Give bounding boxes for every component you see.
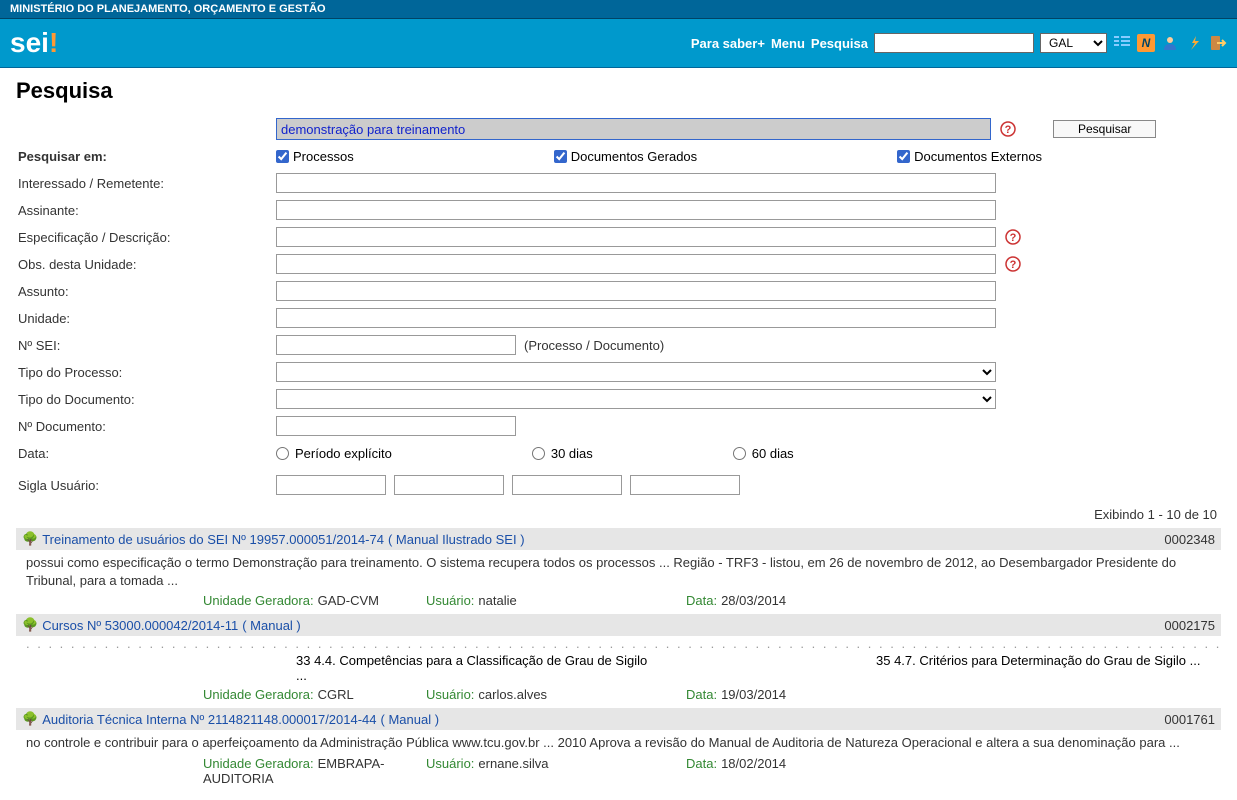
label-especificacao: Especificação / Descrição: [16,230,276,245]
result-block: 🌳 Treinamento de usuários do SEI Nº 1995… [16,528,1221,612]
label-sigla: Sigla Usuário: [16,478,276,493]
label-data: Data: [16,446,276,461]
label-nsei: Nº SEI: [16,338,276,353]
label-obs: Obs. desta Unidade: [16,257,276,272]
results-summary: Exibindo 1 - 10 de 10 [16,501,1221,526]
result-snippet: possui como especificação o termo Demons… [16,550,1221,591]
unidade-input[interactable] [276,308,996,328]
result-title-link[interactable]: Auditoria Técnica Interna Nº 2114821148.… [42,712,376,727]
pesquisar-button[interactable]: Pesquisar [1053,120,1156,138]
label-tipo-documento: Tipo do Documento: [16,392,276,407]
interessado-input[interactable] [276,173,996,193]
svg-text:?: ? [1005,124,1012,136]
help-icon[interactable]: ? [999,120,1017,138]
result-number: 0002175 [1164,618,1215,633]
result-doc-link[interactable]: ( Manual Ilustrado SEI ) [388,532,525,547]
header-pesquisa-label[interactable]: Pesquisa [811,36,868,51]
nsei-input[interactable] [276,335,516,355]
assinante-input[interactable] [276,200,996,220]
novidades-icon[interactable]: N [1137,34,1155,52]
tree-icon[interactable]: 🌳 [22,531,38,547]
svg-text:?: ? [1010,232,1017,244]
result-snippet: 33 4.4. Competências para a Classificaçã… [26,653,656,683]
radio-30-dias[interactable]: 30 dias [532,446,593,461]
config-icon[interactable] [1185,34,1203,52]
assunto-input[interactable] [276,281,996,301]
ministry-bar: MINISTÉRIO DO PLANEJAMENTO, ORÇAMENTO E … [0,0,1237,19]
help-icon[interactable]: ? [1004,255,1022,273]
sei-logo: sei! [10,27,58,59]
result-number: 0001761 [1164,712,1215,727]
tree-icon[interactable]: 🌳 [22,617,38,633]
radio-60-dias[interactable]: 60 dias [733,446,794,461]
label-pesquisar-em: Pesquisar em: [16,149,276,164]
result-block: 🌳 Cursos Nº 53000.000042/2014-11 ( Manua… [16,614,1221,706]
result-number: 0002348 [1164,532,1215,547]
label-interessado: Interessado / Remetente: [16,176,276,191]
sigla-input-1[interactable] [276,475,386,495]
label-assinante: Assinante: [16,203,276,218]
result-title-link[interactable]: Cursos Nº 53000.000042/2014-11 [42,618,238,633]
help-icon[interactable]: ? [1004,228,1022,246]
label-ndoc: Nº Documento: [16,419,276,434]
sigla-input-4[interactable] [630,475,740,495]
label-unidade: Unidade: [16,311,276,326]
ndoc-input[interactable] [276,416,516,436]
main-search-input[interactable] [276,118,991,140]
menu-link[interactable]: Menu [771,36,805,51]
para-saber-link[interactable]: Para saber+ [691,36,765,51]
tipo-processo-select[interactable] [276,362,996,382]
chk-docs-gerados[interactable]: Documentos Gerados [554,149,697,164]
user-icon[interactable] [1161,34,1179,52]
header: sei! Para saber+ Menu Pesquisa GAL N [0,19,1237,68]
result-doc-link[interactable]: ( Manual ) [381,712,440,727]
sigla-input-3[interactable] [512,475,622,495]
chk-docs-externos[interactable]: Documentos Externos [897,149,1042,164]
control-processes-icon[interactable] [1113,34,1131,52]
chk-processos[interactable]: Processos [276,149,354,164]
result-doc-link[interactable]: ( Manual ) [242,618,301,633]
label-tipo-processo: Tipo do Processo: [16,365,276,380]
tree-icon[interactable]: 🌳 [22,711,38,727]
result-snippet: 35 4.7. Critérios para Determinação do G… [656,653,1211,683]
result-title-link[interactable]: Treinamento de usuários do SEI Nº 19957.… [42,532,384,547]
sigla-input-2[interactable] [394,475,504,495]
nsei-note: (Processo / Documento) [524,338,664,353]
obs-input[interactable] [276,254,996,274]
exit-icon[interactable] [1209,34,1227,52]
unit-select[interactable]: GAL [1040,33,1107,53]
radio-periodo-explicito[interactable]: Período explícito [276,446,392,461]
especificacao-input[interactable] [276,227,996,247]
label-assunto: Assunto: [16,284,276,299]
header-search-input[interactable] [874,33,1034,53]
svg-text:?: ? [1010,259,1017,271]
page-title: Pesquisa [16,78,1221,104]
tipo-documento-select[interactable] [276,389,996,409]
result-block: 🌳 Auditoria Técnica Interna Nº 211482114… [16,708,1221,790]
result-snippet: no controle e contribuir para o aperfeiç… [16,730,1221,754]
result-dots: . . . . . . . . . . . . . . . . . . . . … [16,636,1221,651]
